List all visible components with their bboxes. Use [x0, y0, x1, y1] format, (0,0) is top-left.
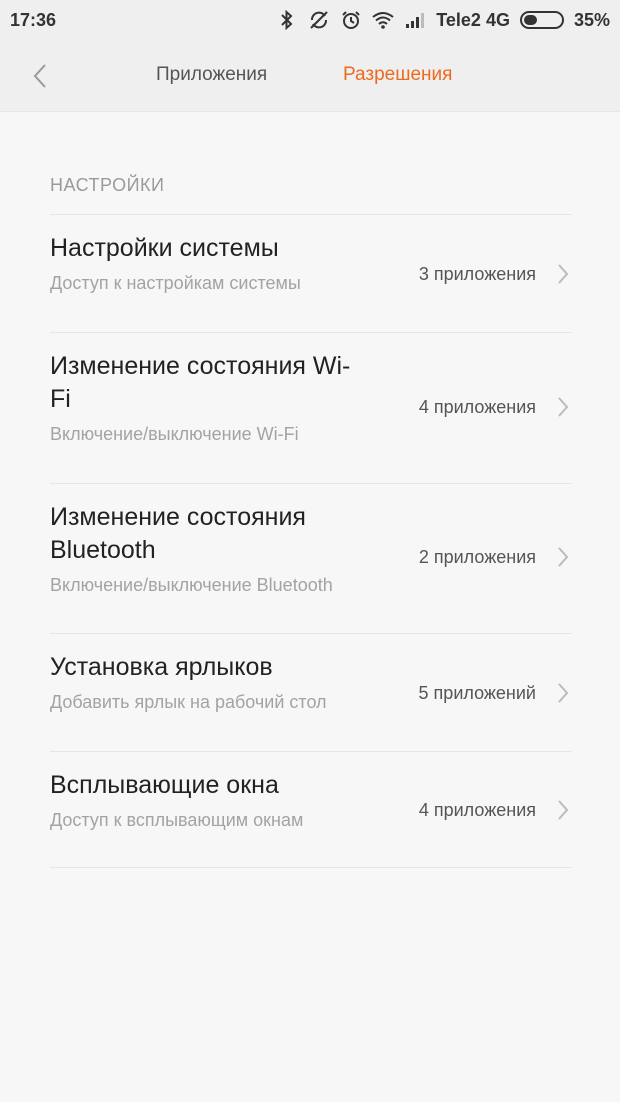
- list-item-text: Установка ярлыков Добавить ярлык на рабо…: [50, 651, 370, 715]
- list-item-count: 4 приложения: [418, 397, 536, 417]
- chevron-right-icon: [554, 798, 572, 822]
- phone-screen: 17:36 Tele2 4G 35% Приложения Разрешения…: [0, 0, 620, 1102]
- tab-apps[interactable]: Приложения: [156, 64, 267, 86]
- list-item-subtitle: Добавить ярлык на рабочий стол: [50, 692, 327, 712]
- chevron-right-icon: [554, 681, 572, 705]
- list-item-text: Изменение состояния Wi-Fi Включение/выкл…: [50, 350, 370, 447]
- list-item-text: Всплывающие окна Доступ к всплывающим ок…: [50, 769, 370, 833]
- alarm-icon: [340, 9, 362, 31]
- list-item-subtitle: Доступ к настройкам системы: [50, 273, 301, 293]
- battery-icon: [519, 11, 564, 29]
- battery-percent: 35%: [573, 9, 610, 30]
- back-button[interactable]: [22, 58, 58, 94]
- wifi-icon: [372, 9, 394, 31]
- chevron-left-icon: [33, 64, 46, 88]
- chevron-right-icon: [554, 262, 572, 286]
- list-item-title: Изменение состояния Wi-Fi: [50, 352, 351, 413]
- list-item-subtitle: Включение/выключение Wi-Fi: [50, 424, 299, 444]
- carrier-label: Tele2 4G: [436, 9, 510, 30]
- list-item-title: Установка ярлыков: [50, 653, 273, 681]
- nav-bar: Приложения Разрешения: [0, 40, 620, 112]
- list-item-popup-windows[interactable]: Всплывающие окна Доступ к всплывающим ок…: [50, 752, 572, 868]
- list-item-system-settings[interactable]: Настройки системы Доступ к настройкам си…: [50, 215, 572, 333]
- section-header: НАСТРОЙКИ: [50, 175, 165, 195]
- list-item-wifi-state[interactable]: Изменение состояния Wi-Fi Включение/выкл…: [50, 333, 572, 484]
- list-item-text: Изменение состояния Bluetooth Включение/…: [50, 501, 370, 598]
- battery-fill: [523, 15, 537, 25]
- list-item-count: 5 приложений: [418, 683, 536, 703]
- list-item-title: Настройки системы: [50, 234, 279, 262]
- list-item-title: Изменение состояния Bluetooth: [50, 503, 306, 564]
- bluetooth-icon: [276, 9, 298, 31]
- tab-permissions[interactable]: Разрешения: [343, 64, 452, 86]
- list-item-count: 3 приложения: [418, 264, 536, 284]
- permissions-list: Настройки системы Доступ к настройкам си…: [50, 214, 572, 868]
- chevron-right-icon: [554, 395, 572, 419]
- list-item-title: Всплывающие окна: [50, 771, 279, 799]
- list-item-bluetooth-state[interactable]: Изменение состояния Bluetooth Включение/…: [50, 484, 572, 634]
- sync-off-icon: [308, 9, 330, 31]
- list-item-count: 4 приложения: [418, 800, 536, 820]
- list-item-subtitle: Включение/выключение Bluetooth: [50, 575, 333, 595]
- status-icons: Tele2 4G 35%: [276, 9, 610, 31]
- status-time: 17:36: [10, 9, 57, 30]
- list-item-subtitle: Доступ к всплывающим окнам: [50, 810, 304, 830]
- list-item-shortcuts[interactable]: Установка ярлыков Добавить ярлык на рабо…: [50, 634, 572, 752]
- signal-icon: [404, 9, 426, 31]
- list-item-text: Настройки системы Доступ к настройкам си…: [50, 232, 370, 296]
- status-bar: 17:36 Tele2 4G 35%: [0, 0, 620, 40]
- chevron-right-icon: [554, 545, 572, 569]
- list-item-count: 2 приложения: [418, 547, 536, 567]
